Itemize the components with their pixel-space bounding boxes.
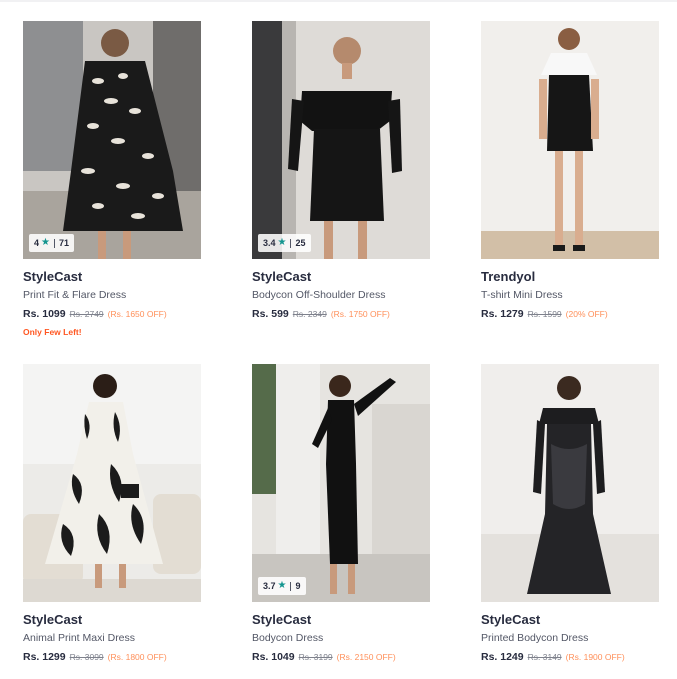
product-image[interactable] [481, 364, 659, 602]
product-discount: (Rs. 2150 OFF) [336, 652, 396, 662]
product-photo [252, 21, 430, 259]
product-brand: StyleCast [481, 612, 541, 627]
product-name: Print Fit & Flare Dress [23, 289, 127, 301]
product-discount: (Rs. 1750 OFF) [330, 309, 390, 319]
product-brand: StyleCast [252, 269, 312, 284]
product-name: T-shirt Mini Dress [481, 289, 563, 301]
product-image[interactable]: 4 ★ 71 [23, 21, 201, 259]
product-mrp: Rs. 1599 [527, 309, 562, 319]
price-row: Rs. 1099 Rs. 2749 (Rs. 1650 OFF) [23, 307, 201, 321]
price-row: Rs. 1249 Rs. 3149 (Rs. 1900 OFF) [481, 650, 659, 664]
rating-separator [290, 581, 292, 591]
product-mrp: Rs. 3099 [69, 652, 104, 662]
product-photo [252, 364, 430, 602]
rating-badge: 3.7 ★ 9 [258, 577, 306, 595]
product-brand: StyleCast [23, 269, 83, 284]
stock-note: Only Few Left! [23, 327, 82, 337]
product-price: Rs. 1279 [481, 308, 524, 320]
product-mrp: Rs. 3149 [527, 652, 562, 662]
rating-value: 3.7 [263, 581, 276, 591]
product-price: Rs. 1249 [481, 651, 524, 663]
rating-badge: 3.4 ★ 25 [258, 234, 311, 252]
rating-separator [290, 238, 292, 248]
product-discount: (20% OFF) [565, 309, 608, 319]
star-icon: ★ [277, 237, 287, 248]
product-image[interactable]: 3.7 ★ 9 [252, 364, 430, 602]
product-photo [23, 364, 201, 602]
rating-count: 25 [295, 238, 306, 248]
product-discount: (Rs. 1800 OFF) [107, 652, 167, 662]
price-row: Rs. 1049 Rs. 3199 (Rs. 2150 OFF) [252, 650, 430, 664]
product-name: Bodycon Off-Shoulder Dress [252, 289, 386, 301]
product-price: Rs. 599 [252, 308, 289, 320]
product-card[interactable]: 3.4 ★ 25 StyleCast Bodycon Off-Shoulder … [252, 21, 430, 321]
product-card[interactable]: 3.7 ★ 9 StyleCast Bodycon Dress Rs. 1049… [252, 364, 430, 664]
product-mrp: Rs. 2749 [69, 309, 104, 319]
product-image[interactable] [481, 21, 659, 259]
product-card[interactable]: Trendyol T-shirt Mini Dress Rs. 1279 Rs.… [481, 21, 659, 321]
rating-value: 4 [34, 238, 40, 248]
product-brand: StyleCast [23, 612, 83, 627]
price-row: Rs. 1279 Rs. 1599 (20% OFF) [481, 307, 659, 321]
product-price: Rs. 1049 [252, 651, 295, 663]
star-icon: ★ [41, 237, 50, 248]
product-image[interactable]: 3.4 ★ 25 [252, 21, 430, 259]
product-name: Printed Bodycon Dress [481, 632, 589, 644]
product-name: Bodycon Dress [252, 632, 324, 644]
product-card[interactable]: 4 ★ 71 StyleCast Print Fit & Flare Dress… [23, 21, 201, 338]
product-photo [481, 21, 659, 259]
product-card[interactable]: StyleCast Printed Bodycon Dress Rs. 1249… [481, 364, 659, 664]
rating-count: 71 [58, 238, 69, 248]
product-grid: 4 ★ 71 StyleCast Print Fit & Flare Dress… [0, 0, 677, 679]
product-brand: Trendyol [481, 269, 536, 284]
product-price: Rs. 1099 [23, 308, 66, 320]
product-price: Rs. 1299 [23, 651, 66, 663]
product-name: Animal Print Maxi Dress [23, 632, 136, 644]
rating-badge: 4 ★ 71 [29, 234, 74, 252]
product-mrp: Rs. 3199 [298, 652, 333, 662]
product-image[interactable] [23, 364, 201, 602]
price-row: Rs. 599 Rs. 2349 (Rs. 1750 OFF) [252, 307, 430, 321]
product-discount: (Rs. 1650 OFF) [107, 309, 167, 319]
price-row: Rs. 1299 Rs. 3099 (Rs. 1800 OFF) [23, 650, 201, 664]
rating-value: 3.4 [263, 238, 276, 248]
rating-separator [53, 238, 55, 248]
rating-count: 9 [295, 581, 301, 591]
product-photo [481, 364, 659, 602]
product-brand: StyleCast [252, 612, 312, 627]
star-icon: ★ [277, 580, 287, 591]
product-discount: (Rs. 1900 OFF) [565, 652, 625, 662]
product-photo [23, 21, 201, 259]
product-mrp: Rs. 2349 [292, 309, 327, 319]
product-card[interactable]: StyleCast Animal Print Maxi Dress Rs. 12… [23, 364, 201, 664]
